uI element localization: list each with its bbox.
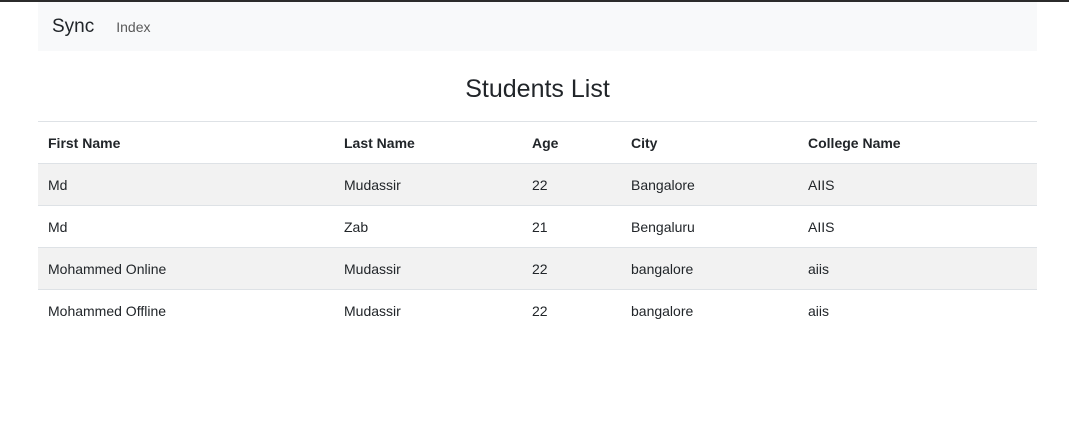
- cell-first-name: Md: [38, 163, 334, 206]
- header-age: Age: [522, 121, 621, 164]
- cell-college-name: aiis: [798, 289, 1037, 331]
- cell-city: Bangalore: [621, 163, 798, 206]
- table-body: Md Mudassir 22 Bangalore AIIS Md Zab 21 …: [38, 163, 1037, 331]
- table-row: Md Mudassir 22 Bangalore AIIS: [38, 163, 1037, 206]
- cell-first-name: Mohammed Online: [38, 247, 334, 290]
- header-last-name: Last Name: [334, 121, 522, 164]
- navbar-brand[interactable]: Sync: [52, 17, 94, 36]
- cell-last-name: Zab: [334, 205, 522, 248]
- cell-last-name: Mudassir: [334, 247, 522, 290]
- nav-link-index[interactable]: Index: [116, 20, 150, 34]
- header-city: City: [621, 121, 798, 164]
- cell-last-name: Mudassir: [334, 289, 522, 331]
- table-header: First Name Last Name Age City College Na…: [38, 121, 1037, 164]
- cell-first-name: Md: [38, 205, 334, 248]
- cell-age: 22: [522, 247, 621, 290]
- cell-age: 22: [522, 289, 621, 331]
- cell-college-name: AIIS: [798, 205, 1037, 248]
- cell-city: Bengaluru: [621, 205, 798, 248]
- cell-age: 22: [522, 163, 621, 206]
- header-college-name: College Name: [798, 121, 1037, 164]
- cell-first-name: Mohammed Offline: [38, 289, 334, 331]
- table-row: Mohammed Online Mudassir 22 bangalore ai…: [38, 247, 1037, 290]
- cell-city: bangalore: [621, 289, 798, 331]
- cell-college-name: AIIS: [798, 163, 1037, 206]
- cell-city: bangalore: [621, 247, 798, 290]
- cell-age: 21: [522, 205, 621, 248]
- header-first-name: First Name: [38, 121, 334, 164]
- table-row: Md Zab 21 Bengaluru AIIS: [38, 205, 1037, 248]
- cell-last-name: Mudassir: [334, 163, 522, 206]
- header-row: First Name Last Name Age City College Na…: [38, 121, 1037, 164]
- navbar: Sync Index: [38, 2, 1037, 51]
- students-table: First Name Last Name Age City College Na…: [38, 121, 1037, 331]
- table-row: Mohammed Offline Mudassir 22 bangalore a…: [38, 289, 1037, 331]
- page-title: Students List: [465, 75, 610, 103]
- cell-college-name: aiis: [798, 247, 1037, 290]
